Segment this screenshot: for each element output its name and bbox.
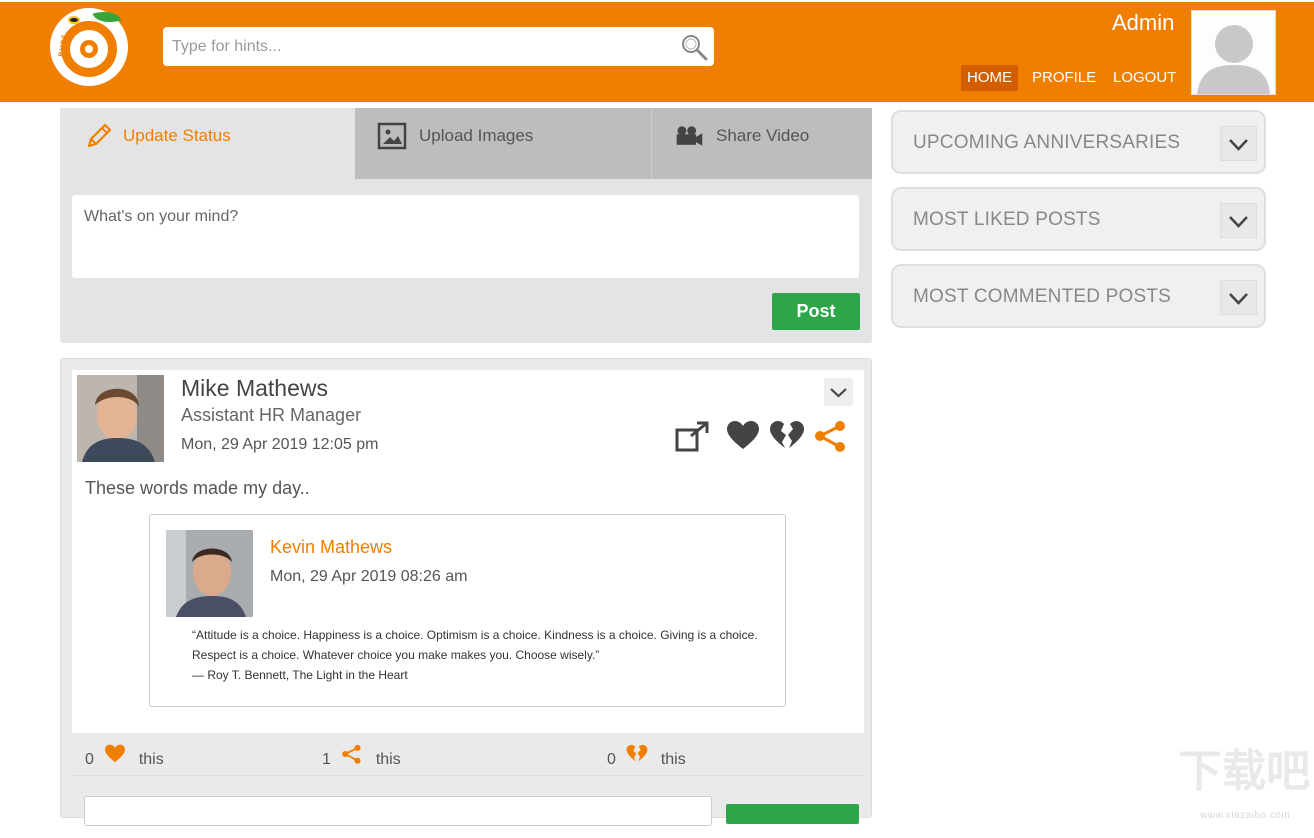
shared-post[interactable]: Kevin Mathews Mon, 29 Apr 2019 08:26 am … bbox=[149, 514, 786, 707]
nav-logout[interactable]: LOGOUT bbox=[1113, 65, 1176, 91]
shared-author-name[interactable]: Kevin Mathews bbox=[270, 537, 392, 558]
quote-attribution: ― Roy T. Bennett, The Light in the Heart bbox=[192, 668, 408, 682]
logo-bee bbox=[68, 16, 80, 24]
status-input[interactable] bbox=[72, 195, 859, 278]
shared-timestamp: Mon, 29 Apr 2019 08:26 am bbox=[270, 568, 468, 585]
nav-home[interactable]: HOME bbox=[961, 65, 1018, 91]
dislike-count-value: 0 bbox=[607, 750, 616, 768]
chevron-down-icon bbox=[830, 388, 847, 398]
dislike-broken-heart-icon[interactable] bbox=[769, 420, 805, 452]
status-box bbox=[72, 195, 859, 278]
chevron-down-icon bbox=[1229, 216, 1248, 228]
share-small-icon bbox=[342, 744, 361, 764]
panel-most-liked-posts[interactable]: MOST LIKED POSTS bbox=[891, 187, 1266, 251]
panel-title: MOST LIKED POSTS bbox=[913, 209, 1101, 230]
poster-role: Assistant HR Manager bbox=[181, 405, 362, 425]
post-button[interactable]: Post bbox=[772, 293, 860, 330]
like-heart-icon[interactable] bbox=[726, 420, 760, 452]
comment-button[interactable] bbox=[726, 804, 859, 824]
tab-share-video-label: Share Video bbox=[716, 126, 810, 145]
tab-upload-images[interactable]: Upload Images bbox=[355, 108, 651, 179]
status-composer: Update Status Upload Images Share Video … bbox=[60, 108, 872, 343]
quote-line: Respect is a choice. Whatever choice you… bbox=[192, 648, 600, 662]
watermark-url: www.xiazaiba.com bbox=[1200, 810, 1291, 821]
share-icon[interactable] bbox=[813, 420, 849, 452]
quote-line: “Attitude is a choice. Happiness is a ch… bbox=[192, 628, 758, 642]
image-icon bbox=[377, 122, 407, 150]
panel-most-commented-posts[interactable]: MOST COMMENTED POSTS bbox=[891, 264, 1266, 328]
post-menu-button[interactable] bbox=[824, 378, 853, 406]
tab-update-status-label: Update Status bbox=[123, 126, 231, 145]
external-link-icon[interactable] bbox=[675, 420, 711, 452]
watermark-text: 下载吧 bbox=[1178, 747, 1310, 796]
shared-author-avatar[interactable] bbox=[166, 530, 253, 617]
search-box bbox=[163, 27, 714, 66]
panel-toggle[interactable] bbox=[1220, 203, 1257, 238]
like-count-value: 0 bbox=[85, 750, 94, 768]
poster-photo bbox=[77, 375, 164, 462]
pencil-icon bbox=[87, 123, 112, 148]
divider bbox=[72, 775, 864, 776]
like-count-label: this bbox=[138, 750, 164, 768]
poster-avatar[interactable] bbox=[77, 375, 164, 462]
share-count-label: this bbox=[375, 750, 401, 768]
video-camera-icon bbox=[676, 126, 703, 146]
panel-toggle[interactable] bbox=[1220, 280, 1257, 315]
shared-quote: “Attitude is a choice. Happiness is a ch… bbox=[192, 625, 782, 685]
logo-core bbox=[80, 40, 98, 58]
panel-title: UPCOMING ANNIVERSARIES bbox=[913, 132, 1181, 153]
top-header: BUZZ Admin HOME PROFILE LOGOUT bbox=[0, 0, 1314, 102]
search-input[interactable] bbox=[163, 27, 673, 66]
watermark: 下载吧 www.xiazaiba.com bbox=[1178, 747, 1312, 822]
post-timestamp: Mon, 29 Apr 2019 12:05 pm bbox=[181, 436, 379, 453]
share-count-value: 1 bbox=[322, 750, 331, 768]
shared-author-photo bbox=[166, 530, 253, 617]
user-avatar[interactable] bbox=[1191, 10, 1276, 95]
panel-upcoming-anniversaries[interactable]: UPCOMING ANNIVERSARIES bbox=[891, 110, 1266, 174]
post-card: Mike Mathews Assistant HR Manager Mon, 2… bbox=[72, 370, 864, 733]
panel-toggle[interactable] bbox=[1220, 126, 1257, 161]
comment-input[interactable] bbox=[84, 796, 712, 826]
nav-profile[interactable]: PROFILE bbox=[1032, 65, 1096, 91]
poster-name[interactable]: Mike Mathews bbox=[181, 375, 328, 402]
share-count[interactable]: 1 this bbox=[322, 744, 401, 768]
dislike-count-label: this bbox=[660, 750, 686, 768]
default-avatar-icon bbox=[1192, 11, 1275, 94]
tab-upload-images-label: Upload Images bbox=[419, 126, 534, 145]
buzz-logo[interactable]: BUZZ bbox=[50, 6, 128, 86]
tab-share-video[interactable]: Share Video bbox=[651, 108, 872, 179]
post-text: These words made my day.. bbox=[85, 478, 310, 498]
feed-post: Mike Mathews Assistant HR Manager Mon, 2… bbox=[60, 358, 872, 826]
panel-title: MOST COMMENTED POSTS bbox=[913, 286, 1172, 307]
user-name: Admin bbox=[1112, 10, 1175, 35]
chevron-down-icon bbox=[1229, 293, 1248, 305]
broken-heart-icon bbox=[626, 744, 648, 762]
heart-icon bbox=[105, 744, 126, 763]
search-icon[interactable] bbox=[680, 33, 708, 61]
like-count[interactable]: 0 this bbox=[85, 744, 164, 768]
dislike-count[interactable]: 0 this bbox=[607, 744, 686, 768]
chevron-down-icon bbox=[1229, 139, 1248, 151]
tab-update-status[interactable]: Update Status bbox=[60, 108, 355, 179]
